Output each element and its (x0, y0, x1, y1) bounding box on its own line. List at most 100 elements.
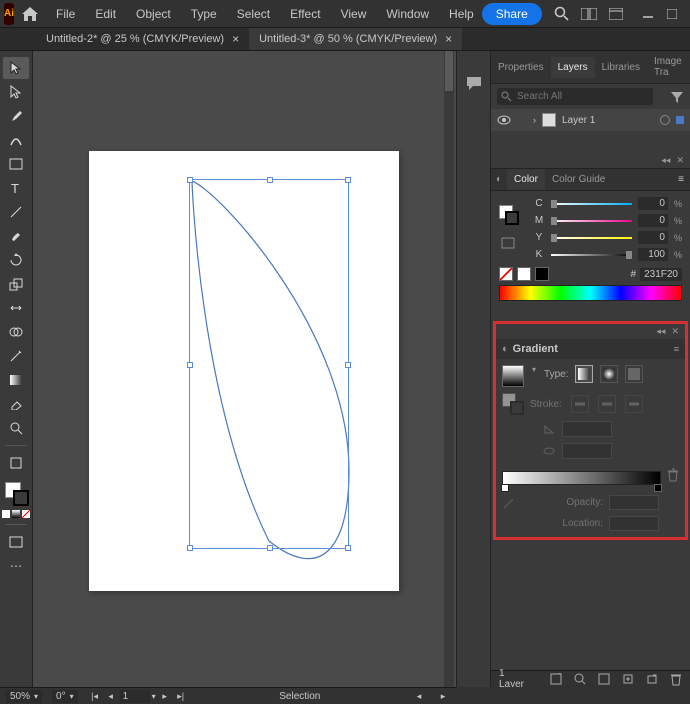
black-value[interactable]: 100 (638, 248, 668, 261)
direct-selection-tool[interactable] (3, 81, 29, 103)
tab-libraries[interactable]: Libraries (595, 57, 647, 78)
visibility-icon[interactable] (497, 115, 511, 125)
sel-handle-n[interactable] (267, 177, 273, 183)
search-icon[interactable] (554, 6, 569, 21)
freeform-gradient-button[interactable] (625, 365, 643, 383)
artboard-tool[interactable] (3, 452, 29, 474)
minimize-icon[interactable] (643, 9, 653, 19)
sel-handle-nw[interactable] (187, 177, 193, 183)
fill-stroke-swatch[interactable] (3, 480, 29, 506)
black-swatch[interactable] (535, 267, 549, 281)
selection-tool[interactable] (3, 57, 29, 79)
opacity-dropdown[interactable] (609, 495, 659, 510)
black-slider[interactable] (551, 250, 632, 260)
radial-gradient-button[interactable] (600, 365, 618, 383)
home-icon[interactable] (22, 2, 38, 26)
scroll-left-button[interactable]: ◂ (412, 690, 426, 702)
rectangle-tool[interactable] (3, 153, 29, 175)
menu-file[interactable]: File (48, 3, 83, 25)
scale-tool[interactable] (3, 273, 29, 295)
layer-name-label[interactable]: Layer 1 (562, 115, 654, 126)
make-clip-icon[interactable] (598, 673, 610, 685)
zoom-tool[interactable] (3, 417, 29, 439)
maximize-icon[interactable] (667, 9, 677, 19)
new-layer-icon[interactable] (646, 673, 658, 685)
menu-view[interactable]: View (333, 3, 375, 25)
sel-handle-sw[interactable] (187, 545, 193, 551)
curvature-tool[interactable] (3, 129, 29, 151)
first-artboard-button[interactable]: |◂ (88, 690, 102, 702)
sel-handle-e[interactable] (345, 362, 351, 368)
rotate-tool[interactable] (3, 249, 29, 271)
line-tool[interactable] (3, 201, 29, 223)
gradient-slider[interactable] (502, 471, 661, 485)
yellow-value[interactable]: 0 (638, 231, 668, 244)
menu-effect[interactable]: Effect (282, 3, 328, 25)
scroll-right-button[interactable]: ▸ (436, 690, 450, 702)
angle-dropdown[interactable] (562, 421, 612, 437)
selection-indicator[interactable] (676, 116, 684, 124)
menu-edit[interactable]: Edit (87, 3, 124, 25)
locate-layer-icon[interactable] (574, 673, 586, 685)
panel-collapse-icon[interactable]: ◂◂ (656, 326, 665, 337)
color-spectrum[interactable] (499, 285, 682, 301)
magenta-slider[interactable] (551, 216, 632, 226)
yellow-slider[interactable] (551, 233, 632, 243)
shape-builder-tool[interactable] (3, 321, 29, 343)
eyedropper-tool[interactable] (3, 345, 29, 367)
menu-select[interactable]: Select (229, 3, 278, 25)
delete-layer-icon[interactable] (670, 672, 682, 686)
target-icon[interactable] (660, 115, 670, 125)
artboard-number-input[interactable] (120, 690, 150, 703)
next-artboard-button[interactable]: ▸ (158, 690, 172, 702)
artboard[interactable] (89, 151, 399, 591)
sel-handle-ne[interactable] (345, 177, 351, 183)
aspect-dropdown[interactable] (562, 443, 612, 459)
cyan-slider[interactable] (551, 199, 632, 209)
panel-close-icon[interactable]: ✕ (676, 155, 684, 166)
share-button[interactable]: Share (482, 3, 542, 25)
vertical-scrollbar[interactable] (444, 51, 454, 687)
none-swatch[interactable] (499, 267, 513, 281)
filter-icon[interactable] (670, 90, 684, 104)
menu-help[interactable]: Help (441, 3, 482, 25)
tab-color-guide[interactable]: Color Guide (545, 169, 612, 190)
zoom-dropdown[interactable]: 50%▾ (6, 690, 42, 703)
locate-object-icon[interactable] (550, 673, 562, 685)
color-mode-row[interactable] (2, 510, 30, 518)
magenta-value[interactable]: 0 (638, 214, 668, 227)
color-fill-stroke-swatch[interactable] (497, 203, 519, 225)
layer-search-input[interactable] (497, 88, 653, 105)
pen-tool[interactable] (3, 105, 29, 127)
tab-close-icon[interactable]: × (445, 32, 452, 46)
canvas-area[interactable] (33, 51, 456, 687)
gradient-preview-swatch[interactable] (502, 365, 524, 387)
panel-collapse-icon[interactable]: ◂◂ (661, 155, 670, 166)
gradient-tool[interactable] (3, 369, 29, 391)
layer-row[interactable]: › Layer 1 (491, 109, 690, 131)
tab-close-icon[interactable]: × (232, 32, 239, 46)
artboard-nav-dropdown[interactable]: ▾ (152, 692, 156, 701)
pick-color-icon[interactable] (502, 496, 516, 510)
menu-object[interactable]: Object (128, 3, 179, 25)
edit-toolbar-icon[interactable]: ⋯ (3, 555, 29, 577)
screen-mode-tool[interactable] (3, 531, 29, 553)
linear-gradient-button[interactable] (575, 365, 593, 383)
panel-close-icon[interactable]: ✕ (671, 326, 679, 337)
gradient-fill-stroke-swatch[interactable] (502, 393, 524, 415)
tab-doc-1[interactable]: Untitled-2* @ 25 % (CMYK/Preview) × (36, 28, 249, 50)
paintbrush-tool[interactable] (3, 225, 29, 247)
panel-menu-icon[interactable]: ≡ (672, 169, 690, 190)
white-swatch[interactable] (517, 267, 531, 281)
width-tool[interactable] (3, 297, 29, 319)
tab-doc-2[interactable]: Untitled-3* @ 50 % (CMYK/Preview) × (249, 28, 462, 50)
sel-handle-se[interactable] (345, 545, 351, 551)
cyan-value[interactable]: 0 (638, 197, 668, 210)
prev-artboard-button[interactable]: ◂ (104, 690, 118, 702)
gradient-preset-dropdown[interactable]: ▾ (532, 365, 536, 374)
sel-handle-w[interactable] (187, 362, 193, 368)
new-sublayer-icon[interactable] (622, 673, 634, 685)
out-of-gamut-icon[interactable] (501, 237, 515, 249)
tab-color[interactable]: Color (507, 169, 545, 190)
tab-properties[interactable]: Properties (491, 57, 551, 78)
